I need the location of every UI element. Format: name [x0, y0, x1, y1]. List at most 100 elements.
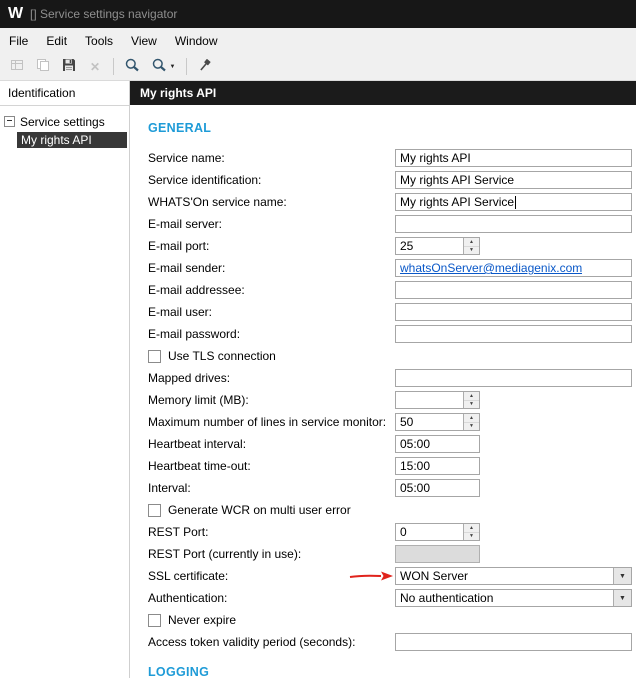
window-title: [] Service settings navigator [30, 7, 178, 21]
grid-button[interactable] [4, 55, 30, 78]
form-row: Memory limit (MB): ▲ ▼ [148, 389, 632, 411]
save-icon [61, 57, 77, 76]
max-lines-spinner[interactable]: 50 ▲ ▼ [395, 413, 480, 431]
hammer-icon [197, 57, 213, 76]
field-label: Maximum number of lines in service monit… [148, 415, 387, 429]
form-row: E-mail user: [148, 301, 632, 323]
email-addressee-field[interactable] [395, 281, 632, 299]
field-label: E-mail user: [148, 305, 213, 319]
form-row: Use TLS connection [148, 345, 632, 367]
search-button[interactable] [119, 55, 145, 78]
save-button[interactable] [56, 55, 82, 78]
menu-view[interactable]: View [122, 28, 166, 53]
tree-item-service-settings[interactable]: Service settings [0, 113, 129, 130]
email-password-field[interactable] [395, 325, 632, 343]
wcr-checkbox[interactable] [148, 503, 161, 517]
field-label: E-mail server: [148, 217, 223, 231]
page-title: My rights API [130, 81, 636, 105]
sidebar-header: Identification [0, 81, 129, 106]
field-label: REST Port (currently in use): [148, 547, 302, 561]
whatson-service-name-field[interactable]: My rights API Service [395, 193, 632, 211]
never-expire-checkbox[interactable] [148, 613, 161, 627]
memory-limit-spinner[interactable]: ▲ ▼ [395, 391, 480, 409]
service-identification-field[interactable]: My rights API Service [395, 171, 632, 189]
form-row: Interval: 05:00 [148, 477, 632, 499]
form-row: Mapped drives: [148, 367, 632, 389]
email-sender-link[interactable]: whatsOnServer@mediagenix.com [400, 261, 582, 275]
ssl-certificate-select[interactable]: WON Server ▼ [395, 567, 632, 585]
chevron-down-icon[interactable]: ▼ [613, 568, 631, 584]
field-label: Interval: [148, 481, 191, 495]
spinner-buttons: ▲ ▼ [463, 414, 479, 430]
menu-edit[interactable]: Edit [37, 28, 76, 53]
grid-icon [9, 57, 25, 76]
tools-button[interactable] [192, 55, 218, 78]
menu-tools[interactable]: Tools [76, 28, 122, 53]
form-row: Heartbeat time-out: 15:00 [148, 455, 632, 477]
heartbeat-timeout-field[interactable]: 15:00 [395, 457, 480, 475]
spinner-buttons: ▲ ▼ [463, 524, 479, 540]
spin-down-button[interactable]: ▼ [464, 532, 479, 540]
service-name-field[interactable]: My rights API [395, 149, 632, 167]
spinner-buttons: ▲ ▼ [463, 238, 479, 254]
spin-down-button[interactable]: ▼ [464, 246, 479, 254]
search-menu-button[interactable]: ▼ [145, 55, 181, 78]
spin-up-button[interactable]: ▲ [464, 414, 479, 423]
chevron-down-icon[interactable]: ▼ [613, 590, 631, 606]
delete-button[interactable]: ✕ [82, 55, 108, 78]
sidebar: Identification Service settings My right… [0, 81, 130, 678]
toolbar-separator [113, 58, 114, 75]
section-title-general: GENERAL [148, 121, 212, 135]
search-dropdown-icon [151, 57, 167, 76]
email-port-spinner[interactable]: 25 ▲ ▼ [395, 237, 480, 255]
collapse-icon[interactable] [4, 116, 15, 127]
form-row: REST Port (currently in use): [148, 543, 632, 565]
spin-up-button[interactable]: ▲ [464, 238, 479, 247]
field-label: SSL certificate: [148, 569, 229, 583]
copy-button[interactable] [30, 55, 56, 78]
access-token-validity-field[interactable] [395, 633, 632, 651]
navigation-tree: Service settings My rights API [0, 106, 129, 148]
field-label: Service identification: [148, 173, 262, 187]
section-title-logging: LOGGING [148, 665, 210, 679]
field-label: E-mail password: [148, 327, 241, 341]
spin-up-button[interactable]: ▲ [464, 524, 479, 533]
tree-item-my-rights-api[interactable]: My rights API [17, 132, 127, 148]
form-row: Service identification: My rights API Se… [148, 169, 632, 191]
form-row: Service name: My rights API [148, 147, 632, 169]
spin-down-button[interactable]: ▼ [464, 422, 479, 430]
spin-down-button[interactable]: ▼ [464, 400, 479, 408]
rest-port-spinner[interactable]: 0 ▲ ▼ [395, 523, 480, 541]
field-label: Mapped drives: [148, 371, 231, 385]
email-server-field[interactable] [395, 215, 632, 233]
field-label: REST Port: [148, 525, 209, 539]
heartbeat-interval-field[interactable]: 05:00 [395, 435, 480, 453]
field-label: WHATS'On service name: [148, 195, 287, 209]
email-sender-field[interactable]: whatsOnServer@mediagenix.com [395, 259, 632, 277]
form-row: Maximum number of lines in service monit… [148, 411, 632, 433]
toolbar: ✕ ▼ [0, 53, 636, 81]
form-row: WHATS'On service name: My rights API Ser… [148, 191, 632, 213]
menu-window[interactable]: Window [166, 28, 227, 53]
checkbox-label: Use TLS connection [168, 349, 276, 363]
interval-field[interactable]: 05:00 [395, 479, 480, 497]
field-label: Access token validity period (seconds): [148, 635, 356, 649]
authentication-select[interactable]: No authentication ▼ [395, 589, 632, 607]
form-row: Heartbeat interval: 05:00 [148, 433, 632, 455]
menu-file[interactable]: File [0, 28, 37, 53]
mapped-drives-field[interactable] [395, 369, 632, 387]
checkbox-label: Never expire [168, 613, 237, 627]
form-row: Generate WCR on multi user error [148, 499, 632, 521]
email-user-field[interactable] [395, 303, 632, 321]
delete-icon: ✕ [89, 59, 101, 74]
search-icon [124, 57, 140, 76]
form-row: SSL certificate: WON Server ▼ [148, 565, 632, 587]
tls-checkbox[interactable] [148, 349, 161, 363]
spin-up-button[interactable]: ▲ [464, 392, 479, 401]
field-label: Authentication: [148, 591, 228, 605]
form-row: Authentication: No authentication ▼ [148, 587, 632, 609]
tree-item-label: Service settings [20, 114, 105, 129]
field-label: Heartbeat time-out: [148, 459, 251, 473]
form-content: GENERAL Service name: My rights API Serv… [130, 105, 636, 691]
field-label: E-mail port: [148, 239, 210, 253]
